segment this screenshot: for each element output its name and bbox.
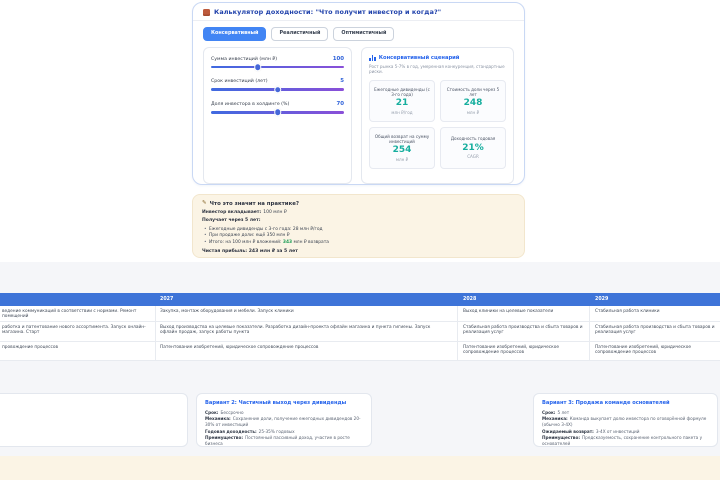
practice-invest-value: 100 млн ₽: [263, 210, 287, 215]
table-cell: работка и патентование нового ассортимен…: [2, 324, 146, 336]
scenario-subtitle: Рост рынка 5-7% в год, умеренная конкуре…: [369, 63, 505, 74]
column-divider: [457, 306, 458, 361]
metrics-grid: Ежегодные дивиденды (с 3-го года) 21 млн…: [369, 79, 506, 169]
year-header-2029: 2029: [595, 297, 609, 302]
metric-value: 254: [392, 145, 412, 156]
column-divider: [589, 306, 590, 361]
slider-investor-share[interactable]: [211, 109, 345, 116]
slider-investment-term[interactable]: [211, 87, 345, 93]
tab-conservative[interactable]: Консервативный: [203, 27, 267, 41]
tab-realistic[interactable]: Реалистичный: [271, 27, 329, 41]
slider-value-investor-share: 70: [336, 101, 345, 108]
practice-card: ✎ Что это значит на практике? Инвестор в…: [192, 194, 525, 258]
practice-receive-label: Получает через 5 лет:: [202, 218, 261, 223]
bar-chart-icon: [369, 55, 376, 61]
calculator-header: Калькулятор доходности: "Что получит инв…: [193, 3, 524, 21]
metric-unit: млн ₽/год: [391, 109, 413, 115]
variant-row: Преимущество: Постоянный пассивный доход,…: [205, 434, 350, 447]
slider-row: Срок инвестиций (лет) 5: [211, 78, 344, 84]
table-cell: Патентование изобретений, юридическое со…: [160, 344, 319, 350]
metric-unit: млн ₽: [466, 109, 480, 115]
table-row: провождение процессов Патентование изобр…: [0, 342, 720, 361]
slider-row: Доля инвестора в холдинге (%) 70: [211, 101, 344, 107]
metric-label: Доходность годовая: [450, 136, 496, 142]
metric-label: Общий возврат на сумму инвестиций: [374, 133, 430, 144]
scenario-title: Консервативный сценарий: [378, 54, 460, 61]
table-row: ведение коммуникаций в соответствии с но…: [0, 306, 720, 322]
year-header-2027: 2027: [160, 297, 174, 302]
table-cell: Выход клиники на целевые показатели: [463, 308, 554, 314]
table-row: работка и патентование нового ассортимен…: [0, 322, 720, 342]
scenario-panel: Консервативный сценарий Рост рынка 5-7% …: [361, 46, 514, 184]
practice-net-value: 243 млн ₽ за 5 лет: [248, 249, 298, 255]
slider-label-investment-amount: Сумма инвестиций (млн ₽): [211, 56, 278, 62]
variant-3-card: Вариант 3: Продажа команде основателей С…: [533, 393, 718, 447]
table-cell: Патентование изобретений, юридическое со…: [463, 344, 560, 356]
table-cell: ведение коммуникаций в соответствии с но…: [2, 308, 137, 320]
metric-unit: CAGR: [467, 154, 479, 160]
roadmap-table: 2027 2028 2029 ведение коммуникаций в со…: [0, 293, 720, 361]
slider-label-investor-share: Доля инвестора в холдинге (%): [211, 102, 290, 108]
slider-investment-amount[interactable]: [211, 64, 345, 70]
slider-thumb[interactable]: [274, 109, 281, 116]
variant-3-title: Вариант 3: Продажа команде основателей: [542, 400, 670, 406]
practice-title-row: ✎ Что это значит на практике?: [202, 201, 515, 207]
variant-row: Механика: Сохранение доли, получение ежег…: [205, 416, 361, 428]
table-cell: Закупка, монтаж оборудования и мебели. З…: [160, 308, 294, 314]
calculator-panels: Сумма инвестиций (млн ₽) 100 Срок инвест…: [193, 41, 524, 190]
practice-bullets: Ежегодные дивиденды с 3-го года: 28 млн …: [202, 227, 515, 247]
slider-thumb[interactable]: [274, 87, 281, 93]
metric-label: Ежегодные дивиденды (с 3-го года): [374, 86, 430, 97]
variant-2-title: Вариант 2: Частичный выход через дивиден…: [205, 400, 347, 406]
practice-net-line: Чистая прибыль: 243 млн ₽ за 5 лет: [202, 249, 515, 254]
scenario-tabs: Консервативный Реалистичный Оптимистичны…: [193, 21, 524, 41]
table-cell: Стабильная работа клиники: [595, 308, 660, 314]
metric-card-cagr: Доходность годовая 21% CAGR: [440, 126, 506, 169]
metric-card-dividends: Ежегодные дивиденды (с 3-го года) 21 млн…: [369, 79, 435, 122]
practice-net-label: Чистая прибыль:: [202, 249, 248, 255]
bottom-beige-band: [0, 456, 720, 480]
table-cell: провождение процессов: [2, 344, 59, 350]
metric-unit: млн ₽: [395, 156, 409, 162]
metric-card-share-value: Стоимость доли через 5 лет 248 млн ₽: [440, 79, 506, 122]
calculator-icon: [203, 8, 210, 16]
year-header-2028: 2028: [463, 297, 477, 302]
slider-row: Сумма инвестиций (млн ₽) 100: [211, 56, 344, 62]
page: Калькулятор доходности: "Что получит инв…: [0, 0, 720, 480]
memo-icon: ✎: [202, 200, 207, 207]
variant-row: Механика: Команда выкупает долю инвестора…: [542, 416, 707, 428]
slider-label-investment-term: Срок инвестиций (лет): [211, 79, 268, 85]
calculator-title: Калькулятор доходности: "Что получит инв…: [214, 8, 442, 16]
table-cell: Стабильная работа производства и сбыта т…: [463, 324, 583, 336]
sliders-panel: Сумма инвестиций (млн ₽) 100 Срок инвест…: [203, 46, 353, 184]
slider-thumb[interactable]: [254, 64, 261, 70]
slider-value-investment-amount: 100: [332, 55, 345, 62]
table-cell: Выход производства на целевые показатели…: [160, 324, 431, 336]
metric-value: 21%: [462, 142, 484, 153]
table-cell: Стабильная работа производства и сбыта т…: [595, 324, 715, 336]
practice-title: Что это значит на практике?: [209, 201, 300, 207]
metric-card-total-return: Общий возврат на сумму инвестиций 254 мл…: [369, 126, 435, 169]
variant-2-card: Вариант 2: Частичный выход через дивиден…: [196, 393, 372, 447]
tab-optimistic[interactable]: Оптимистичный: [333, 27, 395, 41]
column-divider: [155, 306, 156, 361]
metric-value: 21: [395, 98, 409, 109]
scenario-title-row: Консервативный сценарий: [369, 55, 506, 61]
metric-label: Стоимость доли через 5 лет: [446, 86, 500, 97]
variant-row: Преимущество: Предсказуемость, сохранение…: [542, 434, 703, 447]
practice-bullet: Итого: на 100 млн ₽ вложений: 343 млн ₽ …: [202, 240, 515, 247]
calculator-card: Калькулятор доходности: "Что получит инв…: [192, 2, 525, 185]
variant-1-card: [0, 393, 188, 447]
practice-invest-line: Инвестор вкладывает: 100 млн ₽: [202, 210, 515, 215]
metric-value: 248: [463, 98, 483, 109]
roadmap-header-row: 2027 2028 2029: [0, 293, 720, 306]
table-cell: Патентование изобретений, юридическое со…: [595, 344, 692, 356]
practice-invest-label: Инвестор вкладывает:: [202, 210, 262, 215]
slider-value-investment-term: 5: [340, 78, 345, 85]
